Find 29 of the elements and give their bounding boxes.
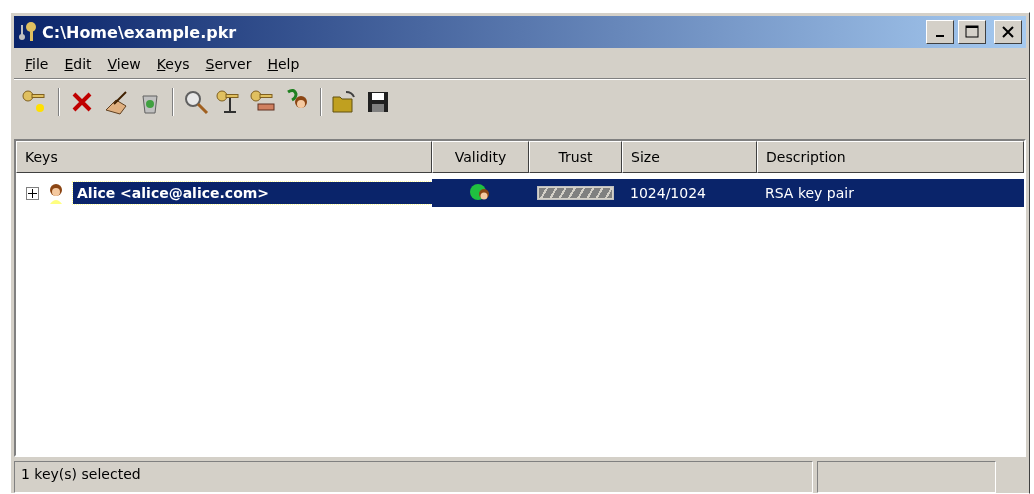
menu-item[interactable]: File: [20, 54, 54, 74]
column-header[interactable]: Description: [757, 141, 1024, 173]
expand-button[interactable]: [26, 186, 39, 200]
menu-item[interactable]: View: [102, 54, 146, 74]
close-button[interactable]: [994, 20, 1022, 44]
menu-item[interactable]: Keys: [151, 54, 195, 74]
column-header[interactable]: Keys: [16, 141, 432, 173]
open-folder-button[interactable]: [330, 88, 358, 116]
search-icon: [182, 88, 210, 116]
open-folder-icon: [330, 88, 358, 116]
close-icon: [1002, 26, 1014, 38]
minimize-icon: [936, 35, 944, 37]
keys-icon: [18, 21, 38, 43]
column-header[interactable]: Size: [622, 141, 757, 173]
window-title: C:\Home\example.pkr: [42, 22, 238, 42]
maximize-button[interactable]: [958, 20, 986, 44]
status-text: 1 key(s) selected: [14, 461, 813, 493]
column-header[interactable]: Trust: [529, 141, 622, 173]
search-button[interactable]: [182, 88, 210, 116]
menu-item[interactable]: Edit: [59, 54, 97, 74]
minimize-button[interactable]: [926, 20, 954, 44]
key-name: Alice <alice@alice.com>: [73, 182, 432, 204]
maximize-icon: [965, 25, 979, 39]
key-size: 1024/1024: [630, 185, 706, 201]
menu-item[interactable]: Server: [200, 54, 257, 74]
menu-item[interactable]: Help: [262, 54, 305, 74]
key-row[interactable]: Alice <alice@alice.com> 1024/1024 RSA key pair: [16, 179, 1024, 207]
column-header[interactable]: Validity: [432, 141, 529, 173]
key-description: RSA key pair: [765, 185, 854, 201]
